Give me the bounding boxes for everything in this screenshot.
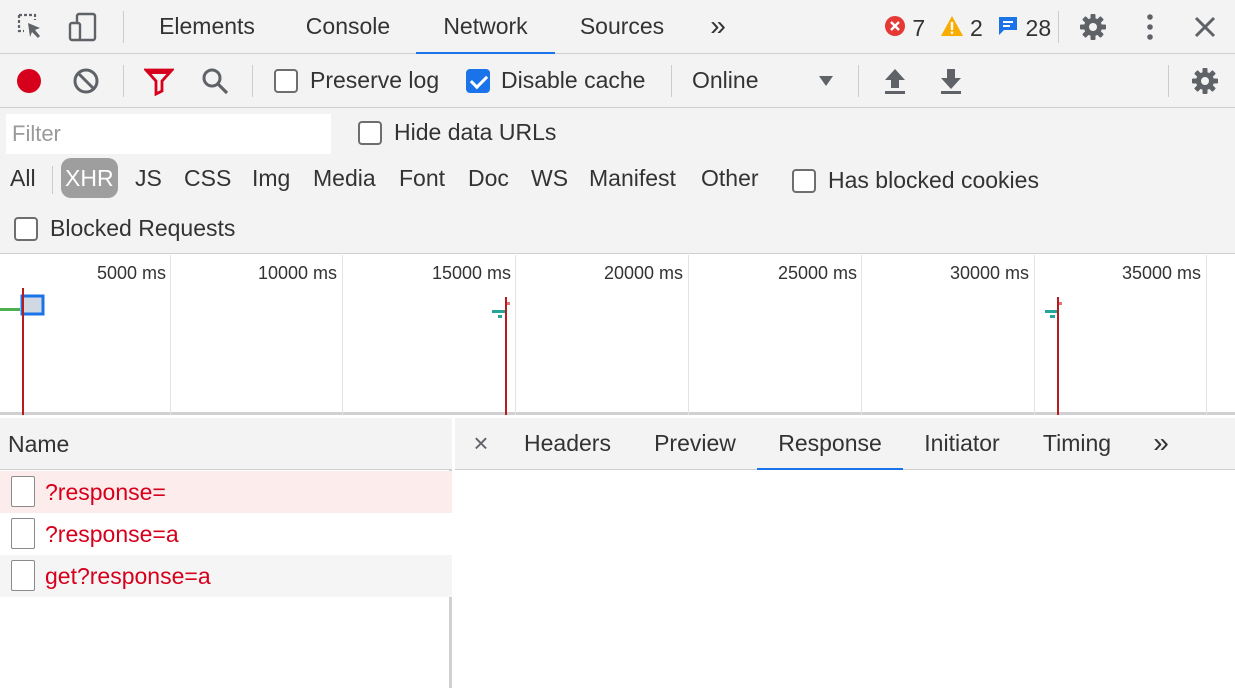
- blocked-requests-checkbox[interactable]: [14, 217, 38, 241]
- disable-cache-checkbox[interactable]: [466, 69, 490, 93]
- toolbar-divider: [671, 65, 672, 97]
- request-list: Name ?response= ?response=a get?response…: [0, 418, 452, 688]
- filter-type-media[interactable]: Media: [313, 158, 376, 198]
- overview-selection-marker: [20, 294, 45, 316]
- overview-request-bar: [1050, 315, 1055, 318]
- throttle-select[interactable]: Online: [690, 62, 840, 100]
- close-icon[interactable]: [1190, 12, 1220, 42]
- toolbar-divider: [858, 65, 859, 97]
- overview-request-bar: [507, 302, 510, 305]
- tab-timing[interactable]: Timing: [1033, 418, 1121, 470]
- device-icon[interactable]: [68, 12, 98, 42]
- error-icon: [885, 15, 905, 36]
- tabbar-divider: [1058, 11, 1059, 43]
- more-detail-tabs-button[interactable]: »: [1143, 418, 1179, 470]
- overview-bars: [0, 288, 1062, 415]
- filter-input[interactable]: [6, 114, 331, 154]
- hide-data-urls-label[interactable]: Hide data URLs: [394, 119, 556, 146]
- blocked-requests-label[interactable]: Blocked Requests: [50, 215, 235, 242]
- tab-elements[interactable]: Elements: [145, 0, 269, 54]
- table-row[interactable]: ?response=a: [0, 513, 452, 555]
- filter-type-js[interactable]: JS: [135, 158, 162, 198]
- response-body[interactable]: [455, 470, 1235, 688]
- upload-icon[interactable]: [880, 66, 910, 96]
- tab-console[interactable]: Console: [292, 0, 404, 54]
- overview-request-bar: [492, 310, 506, 313]
- filter-type-all[interactable]: All: [10, 158, 36, 198]
- tab-initiator[interactable]: Initiator: [913, 418, 1011, 470]
- file-icon: [11, 518, 35, 549]
- file-icon: [11, 476, 35, 507]
- filter-type-doc[interactable]: Doc: [468, 158, 509, 198]
- preserve-log-label[interactable]: Preserve log: [310, 67, 439, 94]
- overview-load-line: [22, 288, 24, 415]
- network-toolbar: Preserve log Disable cache Online: [0, 54, 1235, 108]
- request-detail-pane: × Headers Preview Response Initiator Tim…: [455, 418, 1235, 688]
- table-row[interactable]: get?response=a: [0, 555, 452, 597]
- issue-counters[interactable]: 7 2 28: [884, 0, 1051, 54]
- network-overview[interactable]: 5000 ms 10000 ms 15000 ms 20000 ms 25000…: [0, 255, 1235, 415]
- preserve-log-checkbox[interactable]: [274, 69, 298, 93]
- warning-icon: [940, 15, 963, 36]
- filter-type-img[interactable]: Img: [252, 158, 290, 198]
- has-blocked-cookies-label[interactable]: Has blocked cookies: [828, 167, 1039, 194]
- warning-count: 2: [969, 14, 983, 41]
- tab-preview[interactable]: Preview: [643, 418, 747, 470]
- filter-type-manifest[interactable]: Manifest: [589, 158, 676, 198]
- overview-request-bar: [1059, 302, 1062, 305]
- filter-type-font[interactable]: Font: [399, 158, 445, 198]
- toolbar-divider: [123, 65, 124, 97]
- network-settings-icon[interactable]: [1190, 66, 1220, 96]
- record-icon[interactable]: [14, 66, 44, 96]
- more-tabs-button[interactable]: »: [700, 0, 736, 54]
- filter-type-ws[interactable]: WS: [531, 158, 568, 198]
- toolbar-divider: [1168, 65, 1169, 97]
- close-detail-button[interactable]: ×: [467, 418, 495, 470]
- overview-request-bar: [1045, 310, 1057, 313]
- tab-sources[interactable]: Sources: [566, 0, 678, 54]
- message-icon: [999, 16, 1018, 35]
- file-icon: [11, 560, 35, 591]
- tab-network[interactable]: Network: [416, 0, 555, 55]
- request-name: ?response=a: [45, 521, 179, 547]
- toolbar-divider: [252, 65, 253, 97]
- chevron-down-icon: [819, 76, 833, 86]
- devtools-tabbar: Elements Console Network Sources » 7 2 2…: [0, 0, 1235, 55]
- settings-icon[interactable]: [1078, 12, 1108, 42]
- error-count: 7: [912, 14, 926, 41]
- overview-load-line: [505, 297, 507, 415]
- overview-request-bar: [498, 315, 502, 318]
- tabbar-divider: [123, 11, 124, 43]
- throttle-value: Online: [692, 67, 759, 93]
- hide-data-urls-checkbox[interactable]: [358, 121, 382, 145]
- has-blocked-cookies-checkbox[interactable]: [792, 169, 816, 193]
- search-icon[interactable]: [200, 66, 230, 96]
- tab-response[interactable]: Response: [757, 418, 903, 471]
- message-count: 28: [1025, 14, 1052, 41]
- clear-icon[interactable]: [71, 66, 101, 96]
- tab-headers[interactable]: Headers: [513, 418, 622, 470]
- overview-load-line: [1057, 297, 1059, 415]
- kebab-icon[interactable]: [1135, 12, 1165, 42]
- table-row[interactable]: ?response=: [0, 471, 452, 513]
- download-icon[interactable]: [936, 66, 966, 96]
- filter-type-xhr[interactable]: XHR: [61, 158, 118, 198]
- request-name: get?response=a: [45, 563, 211, 589]
- detail-tabbar: × Headers Preview Response Initiator Tim…: [455, 418, 1235, 471]
- inspect-icon[interactable]: [16, 12, 46, 42]
- filter-type-other[interactable]: Other: [701, 158, 759, 198]
- request-name: ?response=: [45, 479, 166, 505]
- disable-cache-label[interactable]: Disable cache: [501, 67, 645, 94]
- name-column-header[interactable]: Name: [0, 418, 452, 470]
- filter-type-css[interactable]: CSS: [184, 158, 231, 198]
- overview-request-bar: [0, 308, 20, 311]
- filter-type-divider: [52, 166, 53, 194]
- filter-icon[interactable]: [144, 66, 174, 96]
- filter-bar: Hide data URLs All XHR JS CSS Img Media …: [0, 108, 1235, 254]
